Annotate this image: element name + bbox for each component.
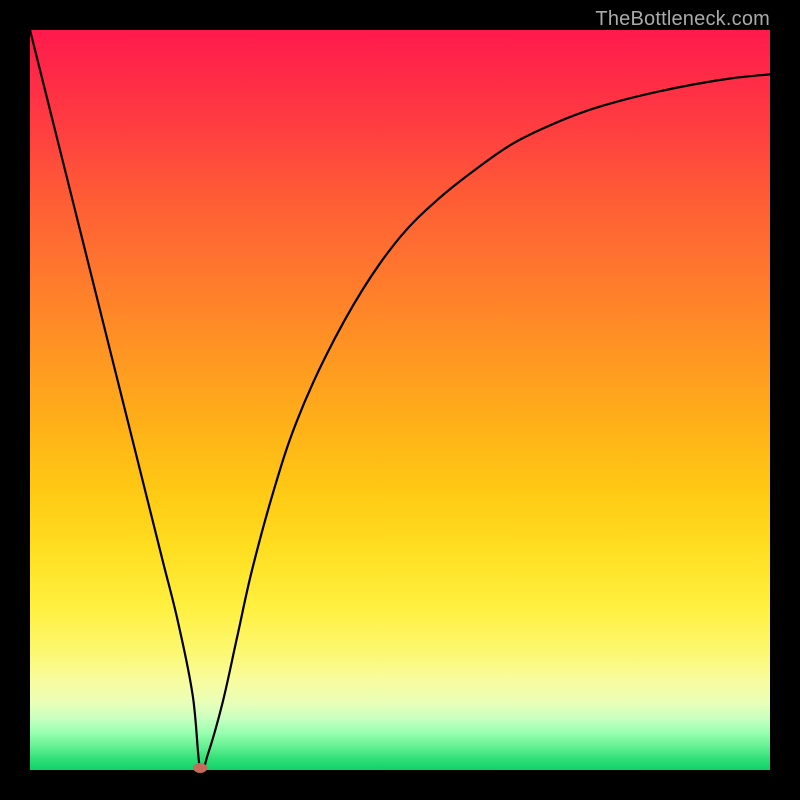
bottleneck-curve-path — [30, 30, 770, 774]
attribution-label: TheBottleneck.com — [595, 8, 770, 31]
chart-frame: TheBottleneck.com — [0, 0, 800, 800]
bottleneck-curve — [30, 30, 770, 770]
minimum-marker — [193, 763, 207, 773]
